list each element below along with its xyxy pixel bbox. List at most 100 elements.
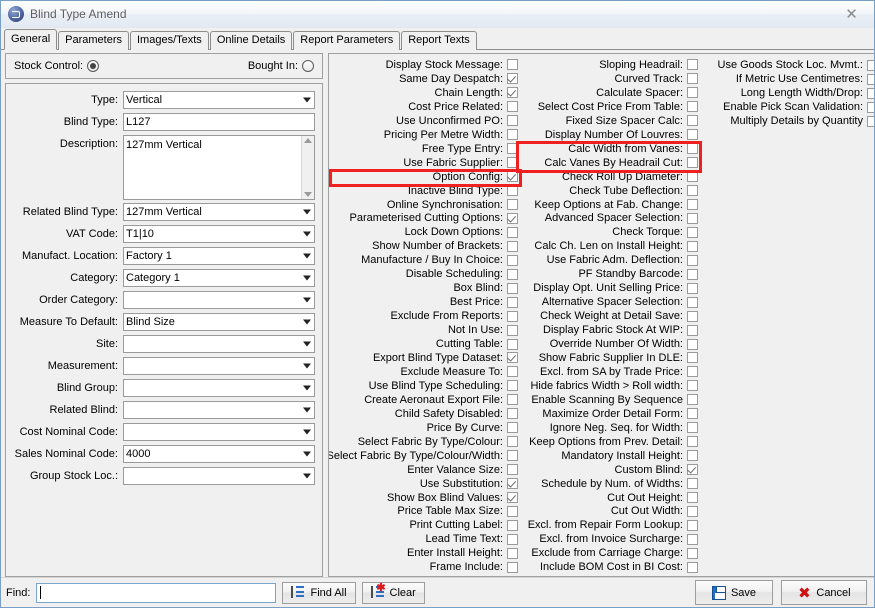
checkbox-cut-out-height[interactable] [687,492,698,504]
tab-report-texts[interactable]: Report Texts [401,31,477,50]
option-row-enable-scanning-by-sequence[interactable]: Enable Scanning By Sequence [518,393,698,407]
option-row-online-synchronisation[interactable]: Online Synchronisation: [331,198,518,212]
option-row-include-bom-cost-in-bi-cost[interactable]: Include BOM Cost in BI Cost: [518,560,698,574]
checkbox-free-type-entry[interactable] [507,143,518,155]
combo-vat-code[interactable]: T1|10 [123,225,315,243]
checkbox-display-number-of-louvres[interactable] [687,129,698,141]
option-row-check-weight-at-detail-save[interactable]: Check Weight at Detail Save: [518,309,698,323]
checkbox-price-by-curve[interactable] [507,422,518,434]
option-row-exclude-measure-to[interactable]: Exclude Measure To: [331,365,518,379]
chevron-down-icon[interactable] [303,385,311,391]
option-row-box-blind[interactable]: Box Blind: [331,281,518,295]
option-row-keep-options-at-fab-change[interactable]: Keep Options at Fab. Change: [518,198,698,212]
checkbox-not-in-use[interactable] [507,324,518,336]
chevron-down-icon[interactable] [303,209,311,215]
checkbox-check-roll-up-diameter[interactable] [687,171,698,183]
checkbox-cut-out-width[interactable] [687,505,698,517]
checkbox-best-price[interactable] [507,296,518,308]
checkbox-show-number-of-brackets[interactable] [507,240,518,252]
option-row-use-unconfirmed-po[interactable]: Use Unconfirmed PO: [331,114,518,128]
option-row-check-tube-deflection[interactable]: Check Tube Deflection: [518,184,698,198]
option-row-use-blind-type-scheduling[interactable]: Use Blind Type Scheduling: [331,379,518,393]
checkbox-cutting-table[interactable] [507,338,518,350]
checkbox-enter-install-height[interactable] [507,547,518,559]
option-row-pf-standby-barcode[interactable]: PF Standby Barcode: [518,267,698,281]
checkbox-select-fabric-by-type-colour[interactable] [507,436,518,448]
combo-category[interactable]: Category 1 [123,269,315,287]
checkbox-if-metric-use-centimetres[interactable] [867,73,874,85]
option-row-lead-time-text[interactable]: Lead Time Text: [331,532,518,546]
checkbox-enable-scanning-by-sequence[interactable] [687,394,698,406]
checkbox-box-blind[interactable] [507,282,518,294]
option-row-use-substitution[interactable]: Use Substitution: [331,477,518,491]
checkbox-use-unconfirmed-po[interactable] [507,115,518,127]
find-input[interactable] [36,582,277,603]
save-button[interactable]: Save [695,580,773,605]
checkbox-chain-length[interactable] [507,87,518,99]
checkbox-keep-options-at-fab-change[interactable] [687,199,698,210]
checkbox-check-tube-deflection[interactable] [687,185,698,197]
checkbox-create-aeronaut-export-file[interactable] [507,394,518,406]
checkbox-same-day-despatch[interactable] [507,73,518,85]
combo-manufact-location[interactable]: Factory 1 [123,247,315,265]
checkbox-calc-vanes-by-headrail-cut[interactable] [687,157,698,169]
scroll-up-icon[interactable] [304,138,312,143]
checkbox-show-box-blind-values[interactable] [507,492,518,504]
chevron-down-icon[interactable] [303,297,311,303]
clear-button[interactable]: ✱ Clear [361,581,425,604]
checkbox-custom-blind[interactable] [687,464,698,476]
option-row-schedule-by-num-of-widths[interactable]: Schedule by Num. of Widths: [518,477,698,491]
checkbox-export-blind-type-dataset[interactable] [507,352,518,364]
option-row-cut-out-height[interactable]: Cut Out Height: [518,491,698,505]
checkbox-select-cost-price-from-table[interactable] [687,101,698,113]
option-row-select-cost-price-from-table[interactable]: Select Cost Price From Table: [518,100,698,114]
option-row-display-fabric-stock-at-wip[interactable]: Display Fabric Stock At WIP: [518,323,698,337]
combo-sales-nominal-code[interactable]: 4000 [123,445,315,463]
option-row-chain-length[interactable]: Chain Length: [331,86,518,100]
option-row-parameterised-cutting-options[interactable]: Parameterised Cutting Options: [331,211,518,225]
option-row-calc-width-from-vanes[interactable]: Calc Width from Vanes: [518,142,698,156]
checkbox-alternative-spacer-selection[interactable] [687,296,698,308]
tab-general[interactable]: General [4,29,58,50]
checkbox-mandatory-install-height[interactable] [687,450,698,462]
option-row-not-in-use[interactable]: Not In Use: [331,323,518,337]
option-row-cost-price-related[interactable]: Cost Price Related: [331,100,518,114]
checkbox-exclude-measure-to[interactable] [507,366,518,378]
option-row-enable-pick-scan-validation[interactable]: Enable Pick Scan Validation: [698,100,874,114]
checkbox-exclude-from-carriage-charge[interactable] [687,547,698,559]
option-row-disable-scheduling[interactable]: Disable Scheduling: [331,267,518,281]
option-row-calc-ch-len-on-install-height[interactable]: Calc Ch. Len on Install Height: [518,239,698,253]
option-row-alternative-spacer-selection[interactable]: Alternative Spacer Selection: [518,295,698,309]
input-blind-type[interactable]: L127 [123,113,315,131]
bought-in-radio[interactable] [302,60,314,72]
option-row-display-stock-message[interactable]: Display Stock Message: [331,58,518,72]
checkbox-excl-from-repair-form-lookup[interactable] [687,519,698,531]
option-row-exclude-from-reports[interactable]: Exclude From Reports: [331,309,518,323]
option-row-price-table-max-size[interactable]: Price Table Max Size: [331,505,518,519]
option-row-curved-track[interactable]: Curved Track: [518,72,698,86]
checkbox-exclude-from-reports[interactable] [507,310,518,322]
checkbox-use-fabric-supplier[interactable] [507,157,518,169]
combo-type[interactable]: Vertical [123,91,315,109]
checkbox-select-fabric-by-type-colour-width[interactable] [507,450,518,462]
checkbox-sloping-headrail[interactable] [687,59,698,71]
option-row-inactive-blind-type[interactable]: Inactive Blind Type: [331,184,518,198]
checkbox-pricing-per-metre-width[interactable] [507,129,518,141]
option-row-cutting-table[interactable]: Cutting Table: [331,337,518,351]
checkbox-show-fabric-supplier-in-dle[interactable] [687,352,698,364]
chevron-down-icon[interactable] [303,275,311,281]
option-row-excl-from-repair-form-lookup[interactable]: Excl. from Repair Form Lookup: [518,518,698,532]
option-row-exclude-from-carriage-charge[interactable]: Exclude from Carriage Charge: [518,546,698,560]
combo-related-blind[interactable] [123,401,315,419]
checkbox-hide-fabrics-width-roll-width[interactable] [687,380,698,392]
tab-parameters[interactable]: Parameters [58,31,129,50]
checkbox-child-safety-disabled[interactable] [507,408,518,420]
option-row-maximize-order-detail-form[interactable]: Maximize Order Detail Form: [518,407,698,421]
checkbox-display-fabric-stock-at-wip[interactable] [687,324,698,336]
option-row-show-box-blind-values[interactable]: Show Box Blind Values: [331,491,518,505]
find-all-button[interactable]: Find All [282,581,356,604]
option-row-use-goods-stock-loc-mvmt[interactable]: Use Goods Stock Loc. Mvmt.: [698,58,874,72]
option-row-excl-from-sa-by-trade-price[interactable]: Excl. from SA by Trade Price: [518,365,698,379]
checkbox-check-torque[interactable] [687,226,698,238]
chevron-down-icon[interactable] [303,341,311,347]
